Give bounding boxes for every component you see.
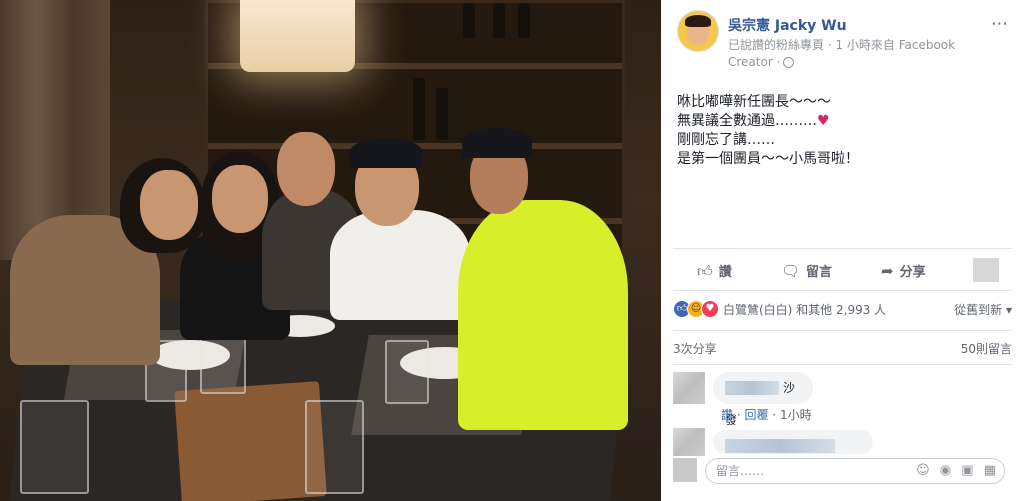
comment-reply-link[interactable]: 回覆 <box>744 408 768 422</box>
divider <box>673 364 1012 365</box>
page-name-link[interactable]: 吳宗憲 Jacky Wu <box>728 15 847 35</box>
sticker-icon[interactable]: ▦ <box>984 463 996 478</box>
comment-button[interactable]: 🗨︎ 留言 <box>781 261 832 280</box>
page-avatar[interactable] <box>677 10 719 52</box>
gif-icon[interactable]: ▣ <box>961 463 973 478</box>
love-reaction-icon: ♥ <box>701 300 719 318</box>
emoji-icon[interactable]: ☺ <box>916 463 930 478</box>
share-button[interactable]: ➦ 分享 <box>881 261 926 280</box>
post-line: 是第一個團員～～小馬哥啦！ <box>677 151 859 167</box>
post-photo[interactable] <box>0 0 661 501</box>
post-line: 剛剛忘了講…… <box>677 132 775 148</box>
post-counts: 3次分享 50則留言 <box>673 340 1012 357</box>
post-actions: 👍︎ 讚 🗨︎ 留言 ➦ 分享 <box>673 255 1012 285</box>
post-panel: 吳宗憲 Jacky Wu 已說讚的粉絲專頁 · 1 小時來自 Facebook … <box>661 0 1024 501</box>
comment-placeholder: 留言…… <box>716 464 765 478</box>
comment-input[interactable]: 留言…… ☺ ◉ ▣ ▦ <box>705 458 1005 484</box>
comment-bubble: 沙發 <box>713 372 813 427</box>
photo-viewer: 吳宗憲 Jacky Wu 已說讚的粉絲專頁 · 1 小時來自 Facebook … <box>0 0 1024 501</box>
comment-input-row: 留言…… ☺ ◉ ▣ ▦ <box>673 458 1012 488</box>
comment-actions: 讚 · 回覆 · 1小時 <box>721 408 812 422</box>
dessert-board <box>174 381 327 501</box>
comment-count[interactable]: 50則留言 <box>961 340 1012 357</box>
share-count[interactable]: 3次分享 <box>673 342 717 356</box>
reaction-text[interactable]: 白鷺鷥(白白) 和其他 2,993 人 <box>723 301 886 318</box>
user-avatar <box>673 458 697 482</box>
globe-icon <box>783 57 795 68</box>
blurred-text <box>725 439 835 453</box>
post-message: 咻比嘟嘩新任團長～～～ 無異議全數通過………♥ 剛剛忘了講…… 是第一個團員～～… <box>677 93 1007 169</box>
more-options-icon[interactable]: ⋯ <box>991 14 1008 34</box>
pendant-lamp <box>240 0 355 72</box>
post-line: 無異議全數通過………♥ <box>677 113 830 129</box>
comment-time[interactable]: 1小時 <box>780 408 812 422</box>
post-meta-text: 已說讚的粉絲專頁 · 1 小時來自 Facebook Creator · <box>728 38 956 69</box>
divider <box>673 290 1012 291</box>
camera-icon[interactable]: ◉ <box>940 463 951 478</box>
reaction-summary[interactable]: 👍︎ ☺ ♥ 白鷺鷥(白白) 和其他 2,993 人 從舊到新 ▾ <box>673 300 1012 320</box>
comment-like-link[interactable]: 讚 <box>721 408 733 422</box>
commenter-avatar[interactable] <box>673 372 705 404</box>
heart-icon: ♥ <box>817 113 830 129</box>
speech-bubble-icon: 🗨︎ <box>781 262 801 280</box>
divider <box>673 248 1012 249</box>
share-arrow-icon: ➦ <box>881 262 894 280</box>
comment-sort-dropdown[interactable]: 從舊到新 ▾ <box>954 301 1012 318</box>
comment-bubble <box>713 430 873 454</box>
commenter-avatar[interactable] <box>673 428 705 456</box>
input-icons: ☺ ◉ ▣ ▦ <box>910 459 996 483</box>
divider <box>673 330 1012 331</box>
post-line: 咻比嘟嘩新任團長～～～ <box>677 94 831 110</box>
blurred-avatar <box>973 258 999 282</box>
like-button[interactable]: 👍︎ 讚 <box>697 261 732 281</box>
thumbs-up-icon: 👍︎ <box>697 262 713 280</box>
post-meta: 已說讚的粉絲專頁 · 1 小時來自 Facebook Creator · <box>728 37 998 71</box>
blurred-name <box>725 381 779 395</box>
